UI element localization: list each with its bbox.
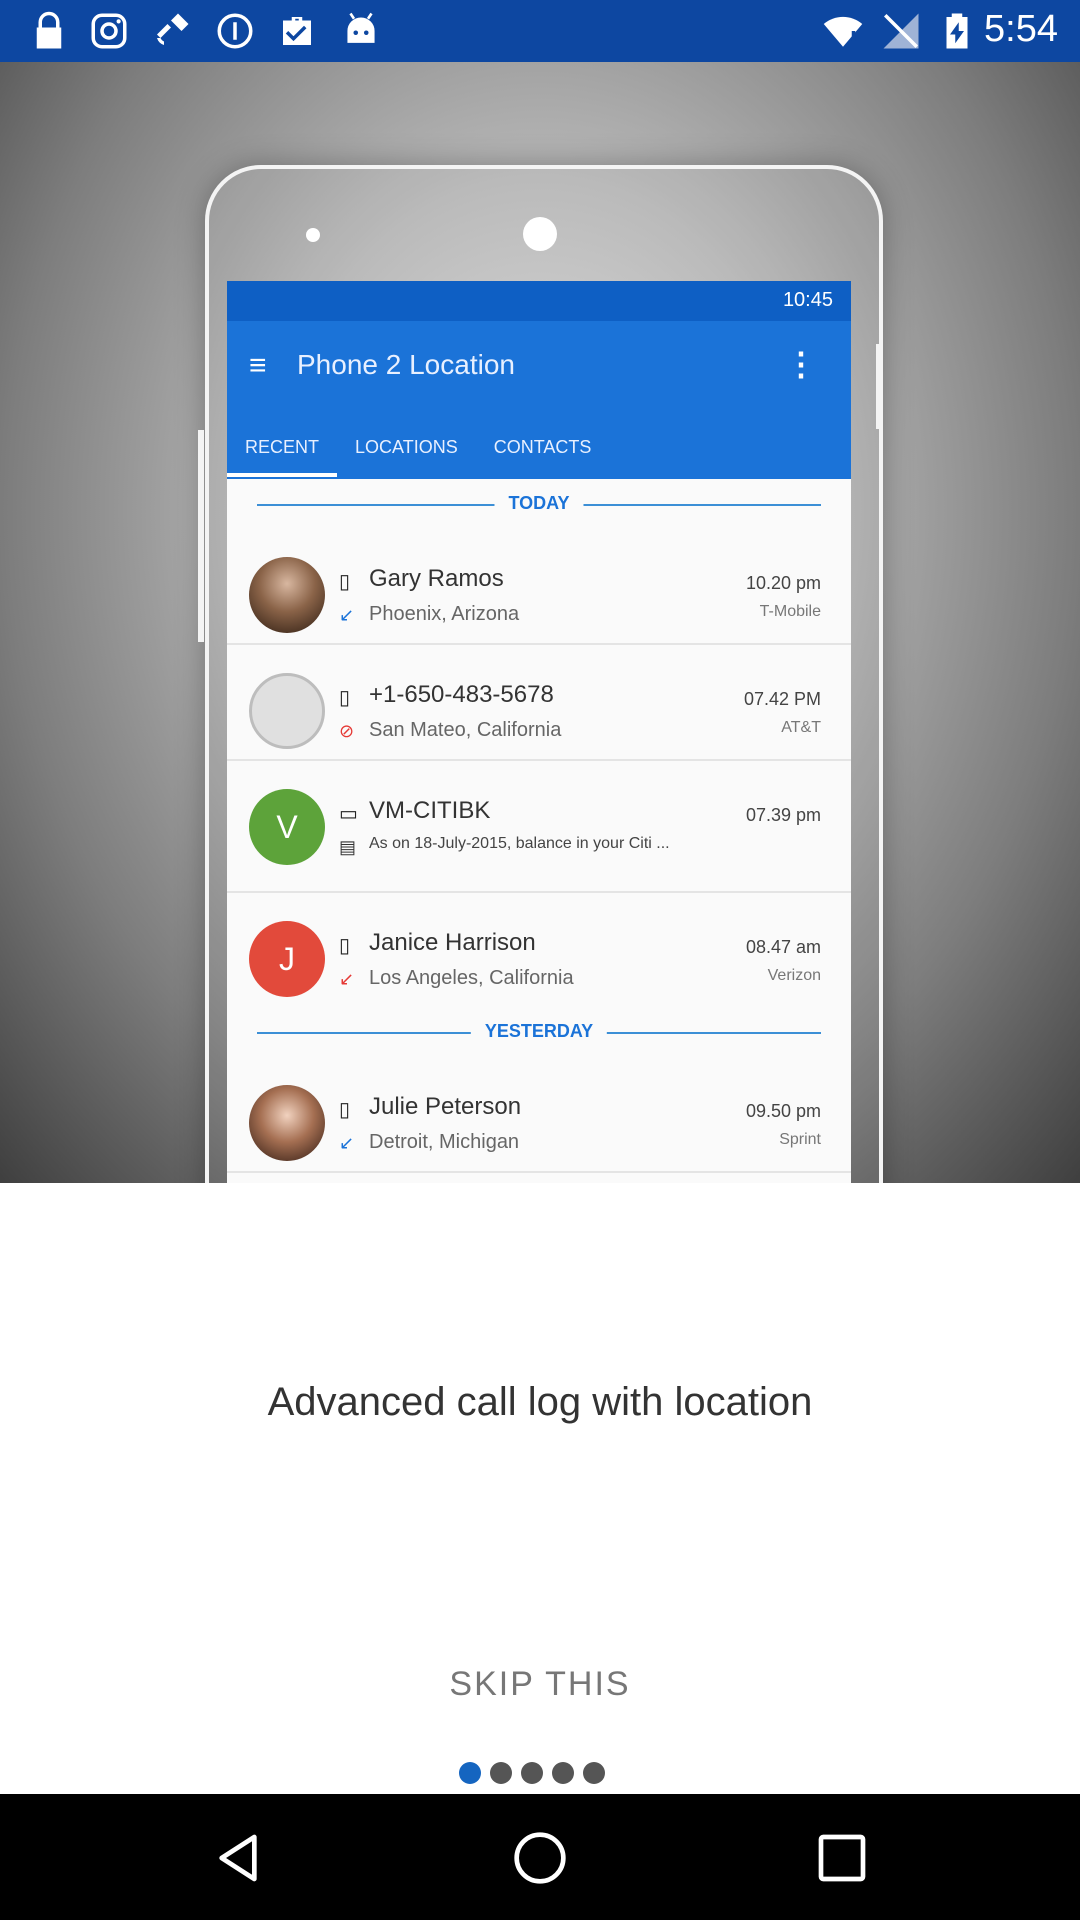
call-row: ▯ Julie Peterson ↙ Detroit, Michigan 09.… <box>227 1057 851 1173</box>
skip-button[interactable]: SKIP THIS <box>0 1665 1080 1704</box>
tab-contacts: CONTACTS <box>493 437 592 457</box>
mobile-phone-icon: ▯ <box>339 1099 351 1121</box>
call-time: 07.42 PM <box>743 689 821 709</box>
instagram-icon <box>91 13 127 49</box>
app-screenshot: 10:45 ≡ Phone 2 Location ⋮ RECENT LOCATI… <box>227 281 851 1183</box>
avatar: V <box>249 789 325 865</box>
call-time: 08.47 am <box>745 937 821 957</box>
call-carrier: Sprint <box>779 1131 821 1148</box>
navigation-bar <box>0 1794 1080 1920</box>
page-dot-active[interactable] <box>459 1762 481 1784</box>
phone-side-button-right <box>876 344 882 429</box>
call-name: Gary Ramos <box>369 565 504 592</box>
call-location: San Mateo, California <box>369 719 562 741</box>
page-indicator <box>459 1762 629 1784</box>
call-message: As on 18-July-2015, balance in your Citi… <box>369 835 670 852</box>
call-carrier: Verizon <box>767 967 821 984</box>
recents-icon[interactable] <box>814 1830 870 1886</box>
hero-illustration: 10:45 ≡ Phone 2 Location ⋮ RECENT LOCATI… <box>0 62 1080 1183</box>
status-time: 5:54 <box>984 8 1058 50</box>
call-carrier: T-Mobile <box>759 603 821 620</box>
page-dot[interactable] <box>552 1762 574 1784</box>
battery-charging-icon <box>946 13 968 49</box>
call-row: J ▯ Janice Harrison ↙ Los Angeles, Calif… <box>227 893 851 1007</box>
incoming-call-icon: ↙ <box>339 1133 355 1153</box>
call-name: VM-CITIBK <box>369 797 491 824</box>
section-yesterday: YESTERDAY <box>227 1007 851 1057</box>
home-icon[interactable] <box>512 1830 568 1886</box>
onboarding-caption: Advanced call log with location <box>267 1380 813 1424</box>
briefcase-check-icon <box>283 17 311 45</box>
call-name: Julie Peterson <box>369 1093 522 1120</box>
mobile-phone-icon: ▯ <box>339 571 351 593</box>
phone-side-button-left <box>198 430 204 642</box>
lock-icon <box>36 11 62 49</box>
android-icon <box>347 12 375 43</box>
call-time: 10.20 pm <box>745 573 821 593</box>
mobile-phone-icon: ▯ <box>339 687 351 709</box>
app-status-time: 10:45 <box>782 289 833 311</box>
message-icon: ▤ <box>339 837 357 857</box>
call-location: Detroit, Michigan <box>369 1131 520 1153</box>
phone-camera <box>523 217 557 251</box>
menu-icon: ≡ <box>249 349 267 382</box>
app-status-bar: 10:45 <box>227 281 851 321</box>
info-circle-icon <box>217 13 253 49</box>
avatar: J <box>249 921 325 997</box>
app-title: Phone 2 Location <box>297 349 515 380</box>
call-time: 07.39 pm <box>745 805 821 825</box>
call-location: Los Angeles, California <box>369 967 574 989</box>
avatar <box>249 1085 325 1161</box>
app-toolbar: ≡ Phone 2 Location ⋮ <box>227 321 851 411</box>
missed-call-icon: ↙ <box>339 969 355 989</box>
phone-sensor <box>306 228 320 242</box>
status-bar: 5:54 <box>0 0 1080 62</box>
signal-off-icon <box>883 13 919 49</box>
tab-locations: LOCATIONS <box>355 437 458 457</box>
tab-recent: RECENT <box>227 411 338 477</box>
page-dot[interactable] <box>490 1762 512 1784</box>
call-carrier: AT&T <box>781 719 821 736</box>
avatar <box>249 557 325 633</box>
section-label: YESTERDAY <box>470 1021 608 1042</box>
monitor-icon: ▭ <box>339 803 358 825</box>
page-dot[interactable] <box>521 1762 543 1784</box>
call-row: V ▭ VM-CITIBK ▤ As on 18-July-2015, bala… <box>227 761 851 893</box>
page-dot[interactable] <box>583 1762 605 1784</box>
blocked-call-icon: ⊘ <box>339 721 355 741</box>
call-time: 09.50 pm <box>745 1101 821 1121</box>
incoming-call-icon: ↙ <box>339 605 355 625</box>
back-icon[interactable] <box>210 1830 266 1886</box>
fake-gps-icon <box>157 13 189 45</box>
more-vert-icon: ⋮ <box>785 346 817 382</box>
mobile-phone-icon: ▯ <box>339 935 351 957</box>
wifi-alert-icon <box>823 16 863 47</box>
call-location: Phoenix, Arizona <box>369 603 520 625</box>
call-row: ▯ Gary Ramos ↙ Phoenix, Arizona 10.20 pm… <box>227 529 851 645</box>
call-name: +1-650-483-5678 <box>369 681 554 708</box>
section-today: TODAY <box>227 479 851 529</box>
call-row: ▯ +1-650-483-5678 ⊘ San Mateo, Californi… <box>227 645 851 761</box>
call-name: Janice Harrison <box>369 929 536 956</box>
avatar <box>249 673 325 749</box>
section-label: TODAY <box>494 493 584 514</box>
app-tabs: RECENT LOCATIONS CONTACTS <box>227 411 851 479</box>
